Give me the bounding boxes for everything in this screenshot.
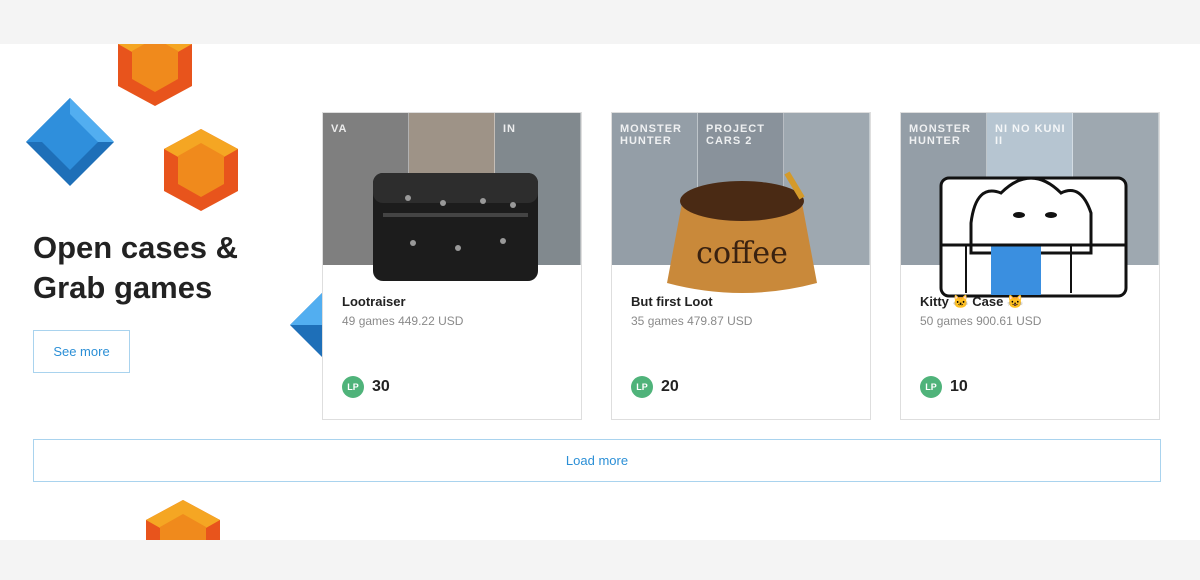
case-name: Kitty 🐱 Case 😺 [920, 294, 1024, 309]
lp-coin-icon: LP [920, 376, 942, 398]
case-name: Lootraiser [342, 294, 406, 309]
price-value: 10 [950, 378, 968, 395]
blue-gem-icon [26, 98, 114, 186]
case-card-but-first-loot[interactable]: MONSTER HUNTER PROJECT CARS 2 coffee But… [611, 112, 871, 420]
orange-gem-icon [164, 129, 238, 211]
bottom-band [0, 540, 1200, 580]
orange-gem-icon [146, 500, 220, 540]
case-meta: 50 games 900.61 USD [920, 314, 1042, 328]
lp-coin-icon: LP [631, 376, 653, 398]
coffee-sack-icon: coffee [667, 171, 817, 293]
hero-title-line2: Grab games [33, 270, 213, 305]
top-band [0, 0, 1200, 44]
case-price: LP 20 [631, 376, 679, 398]
black-chest-icon [373, 173, 538, 281]
case-card-lootraiser[interactable]: VA IN Lootraiser 49 games 449.22 USD LP … [322, 112, 582, 420]
orange-gem-icon [118, 44, 192, 106]
case-card-kitty-case[interactable]: MONSTER HUNTER NI NO KUNI II Kitty 🐱 Cas… [900, 112, 1160, 420]
case-meta: 49 games 449.22 USD [342, 314, 464, 328]
lp-coin-icon: LP [342, 376, 364, 398]
svg-text:coffee: coffee [696, 236, 788, 271]
case-price: LP 30 [342, 376, 390, 398]
see-more-button[interactable]: See more [33, 330, 130, 373]
case-price: LP 10 [920, 376, 968, 398]
price-value: 30 [372, 378, 390, 395]
case-name: But first Loot [631, 294, 713, 309]
hero-title-line1: Open cases & [33, 230, 239, 265]
cat-box-icon [939, 176, 1128, 298]
load-more-button[interactable]: Load more [33, 439, 1161, 482]
hero-title: Open cases & Grab games [33, 228, 293, 308]
price-value: 20 [661, 378, 679, 395]
main-section: Open cases & Grab games See more VA IN L… [0, 44, 1200, 540]
case-meta: 35 games 479.87 USD [631, 314, 753, 328]
